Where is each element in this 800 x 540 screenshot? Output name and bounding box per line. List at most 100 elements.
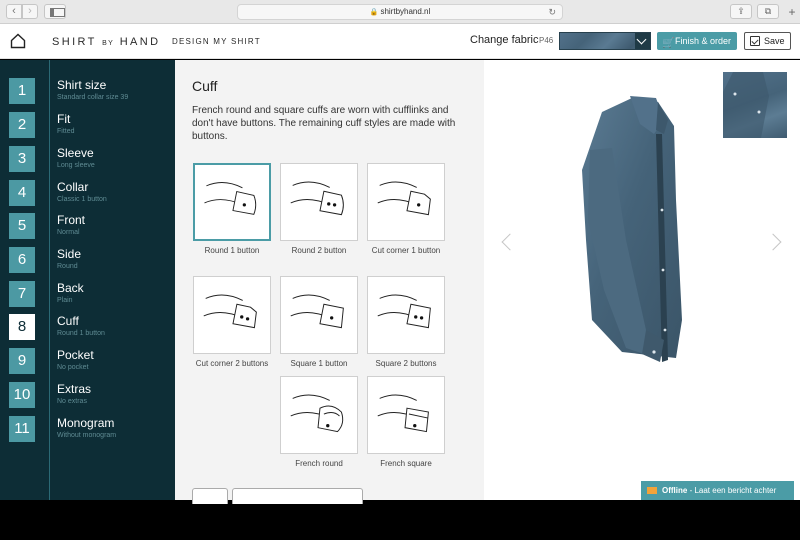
step-title: Monogram: [57, 416, 115, 430]
step-number: 5: [9, 213, 35, 239]
step-subtitle: No pocket: [57, 364, 89, 371]
cuff-illustration-icon: [193, 163, 271, 241]
next-step-button[interactable]: [232, 488, 363, 504]
change-fabric-label: Change fabric: [470, 34, 539, 46]
share-icon[interactable]: ⇪: [730, 4, 752, 19]
cuff-illustration-icon: [193, 276, 271, 354]
step-subtitle: Round 1 button: [57, 330, 105, 337]
step-title: Sleeve: [57, 146, 94, 160]
cuff-option-cut-corner-1-button[interactable]: Cut corner 1 button: [367, 163, 445, 257]
sidebar-step-9[interactable]: 9 Pocket No pocket: [0, 346, 175, 378]
cuff-illustration-icon: [280, 276, 358, 354]
step-subtitle: Plain: [57, 297, 73, 304]
fabric-dropdown[interactable]: [559, 32, 651, 50]
cuff-option-cut-corner-2-buttons[interactable]: Cut corner 2 buttons: [193, 276, 271, 370]
step-number: 9: [9, 348, 35, 374]
step-subtitle: Normal: [57, 229, 80, 236]
step-subtitle: Classic 1 button: [57, 196, 107, 203]
chat-message: - Laat een bericht achter: [687, 486, 777, 495]
step-number: 11: [9, 416, 35, 442]
finish-order-label: Finish & order: [675, 36, 732, 46]
sidebar-step-4[interactable]: 4 Collar Classic 1 button: [0, 178, 175, 210]
sidebar-step-6[interactable]: 6 Side Round: [0, 245, 175, 277]
cuff-option-square-2-buttons[interactable]: Square 2 buttons: [367, 276, 445, 370]
chat-status: Offline: [662, 486, 688, 495]
tabs-icon[interactable]: ⧉: [757, 4, 779, 19]
cuff-option-label: Cut corner 2 buttons: [195, 359, 269, 368]
panel-description: French round and square cuffs are worn w…: [192, 105, 456, 142]
design-my-shirt-link[interactable]: DESIGN MY SHIRT: [172, 37, 261, 46]
step-number: 6: [9, 247, 35, 273]
sidebar-step-10[interactable]: 10 Extras No extras: [0, 380, 175, 412]
cuff-option-french-round[interactable]: French round: [280, 376, 358, 470]
step-number: 2: [9, 112, 35, 138]
cuff-option-label: Round 1 button: [204, 246, 260, 255]
cuff-illustration-icon: [280, 376, 358, 454]
new-tab-icon[interactable]: +: [784, 0, 800, 24]
cuff-options-panel: Cuff French round and square cuffs are w…: [175, 60, 484, 504]
url-text: shirtbyhand.nl: [380, 7, 431, 16]
cuff-option-label: Square 1 button: [290, 359, 348, 368]
step-title: Collar: [57, 180, 89, 194]
back-step-button[interactable]: [192, 488, 228, 504]
step-subtitle: Fitted: [57, 128, 75, 135]
shirt-image: [582, 96, 682, 362]
step-number: 7: [9, 281, 35, 307]
address-bar[interactable]: 🔒 shirtbyhand.nl ↻: [237, 4, 563, 20]
sidebar-step-8[interactable]: 8 Cuff Round 1 button: [0, 312, 175, 344]
reload-icon[interactable]: ↻: [548, 5, 556, 19]
mail-icon: [647, 487, 657, 494]
next-view-arrow-icon[interactable]: [764, 233, 782, 251]
sidebar-step-2[interactable]: 2 Fit Fitted: [0, 110, 175, 142]
chat-widget[interactable]: Offline - Laat een bericht achter: [641, 481, 794, 500]
cuff-illustration-icon: [367, 276, 445, 354]
cuff-option-label: French square: [380, 459, 432, 468]
sidebar-step-11[interactable]: 11 Monogram Without monogram: [0, 414, 175, 446]
browser-toolbar: ‹ › 🔒 shirtbyhand.nl ↻ ⇪ ⧉ +: [0, 0, 800, 24]
back-icon[interactable]: ‹: [6, 4, 22, 19]
step-title: Fit: [57, 112, 71, 126]
page: ‹ › 🔒 shirtbyhand.nl ↻ ⇪ ⧉ + SHIRT BY HAN…: [0, 0, 800, 540]
step-title: Back: [57, 281, 84, 295]
cuff-illustration-icon: [280, 163, 358, 241]
logo-word-shirt: SHIRT: [52, 36, 97, 48]
chevron-down-icon: [635, 33, 650, 49]
fabric-thumbnail[interactable]: [723, 72, 787, 138]
forward-icon[interactable]: ›: [22, 4, 38, 19]
sidebar-step-5[interactable]: 5 Front Normal: [0, 211, 175, 243]
step-title: Extras: [57, 382, 92, 396]
shirt-preview: Offline - Laat een bericht achter: [484, 60, 800, 500]
step-number: 10: [9, 382, 35, 408]
cuff-option-round-1-button[interactable]: Round 1 button: [193, 163, 271, 257]
cuff-option-square-1-button[interactable]: Square 1 button: [280, 276, 358, 370]
cuff-option-round-2-button[interactable]: Round 2 button: [280, 163, 358, 257]
finish-order-button[interactable]: 🛒 Finish & order: [657, 32, 737, 50]
cuff-illustration-icon: [367, 376, 445, 454]
lock-icon: 🔒: [369, 9, 379, 16]
site-logo[interactable]: SHIRT BY HAND: [52, 36, 160, 48]
cuff-option-label: French round: [295, 459, 343, 468]
site-header: SHIRT BY HAND DESIGN MY SHIRT Change fab…: [0, 24, 800, 59]
step-sidebar: 1 Shirt size Standard collar size 39 2 Fit Fi…: [0, 60, 175, 500]
sidebar-step-1[interactable]: 1 Shirt size Standard collar size 39: [0, 76, 175, 108]
cart-icon: 🛒: [662, 38, 675, 49]
panel-title: Cuff: [192, 78, 218, 94]
step-title: Shirt size: [57, 78, 107, 92]
home-icon[interactable]: [10, 33, 26, 49]
save-label: Save: [764, 36, 785, 46]
step-number: 8: [9, 314, 35, 340]
step-title: Front: [57, 213, 86, 227]
cuff-option-label: Square 2 buttons: [375, 359, 437, 368]
save-button[interactable]: Save: [744, 32, 791, 50]
fabric-code: P46: [539, 36, 554, 45]
step-title: Cuff: [57, 314, 79, 328]
previous-view-arrow-icon[interactable]: [501, 233, 519, 251]
sidebar-step-7[interactable]: 7 Back Plain: [0, 279, 175, 311]
sidebar-step-3[interactable]: 3 Sleeve Long sleeve: [0, 144, 175, 176]
step-title: Side: [57, 247, 82, 261]
sidebar-toggle-icon[interactable]: [44, 4, 66, 19]
checkbox-save-icon: [750, 36, 760, 46]
step-number: 1: [9, 78, 35, 104]
cuff-option-french-square[interactable]: French square: [367, 376, 445, 470]
step-subtitle: Standard collar size 39: [57, 94, 129, 101]
